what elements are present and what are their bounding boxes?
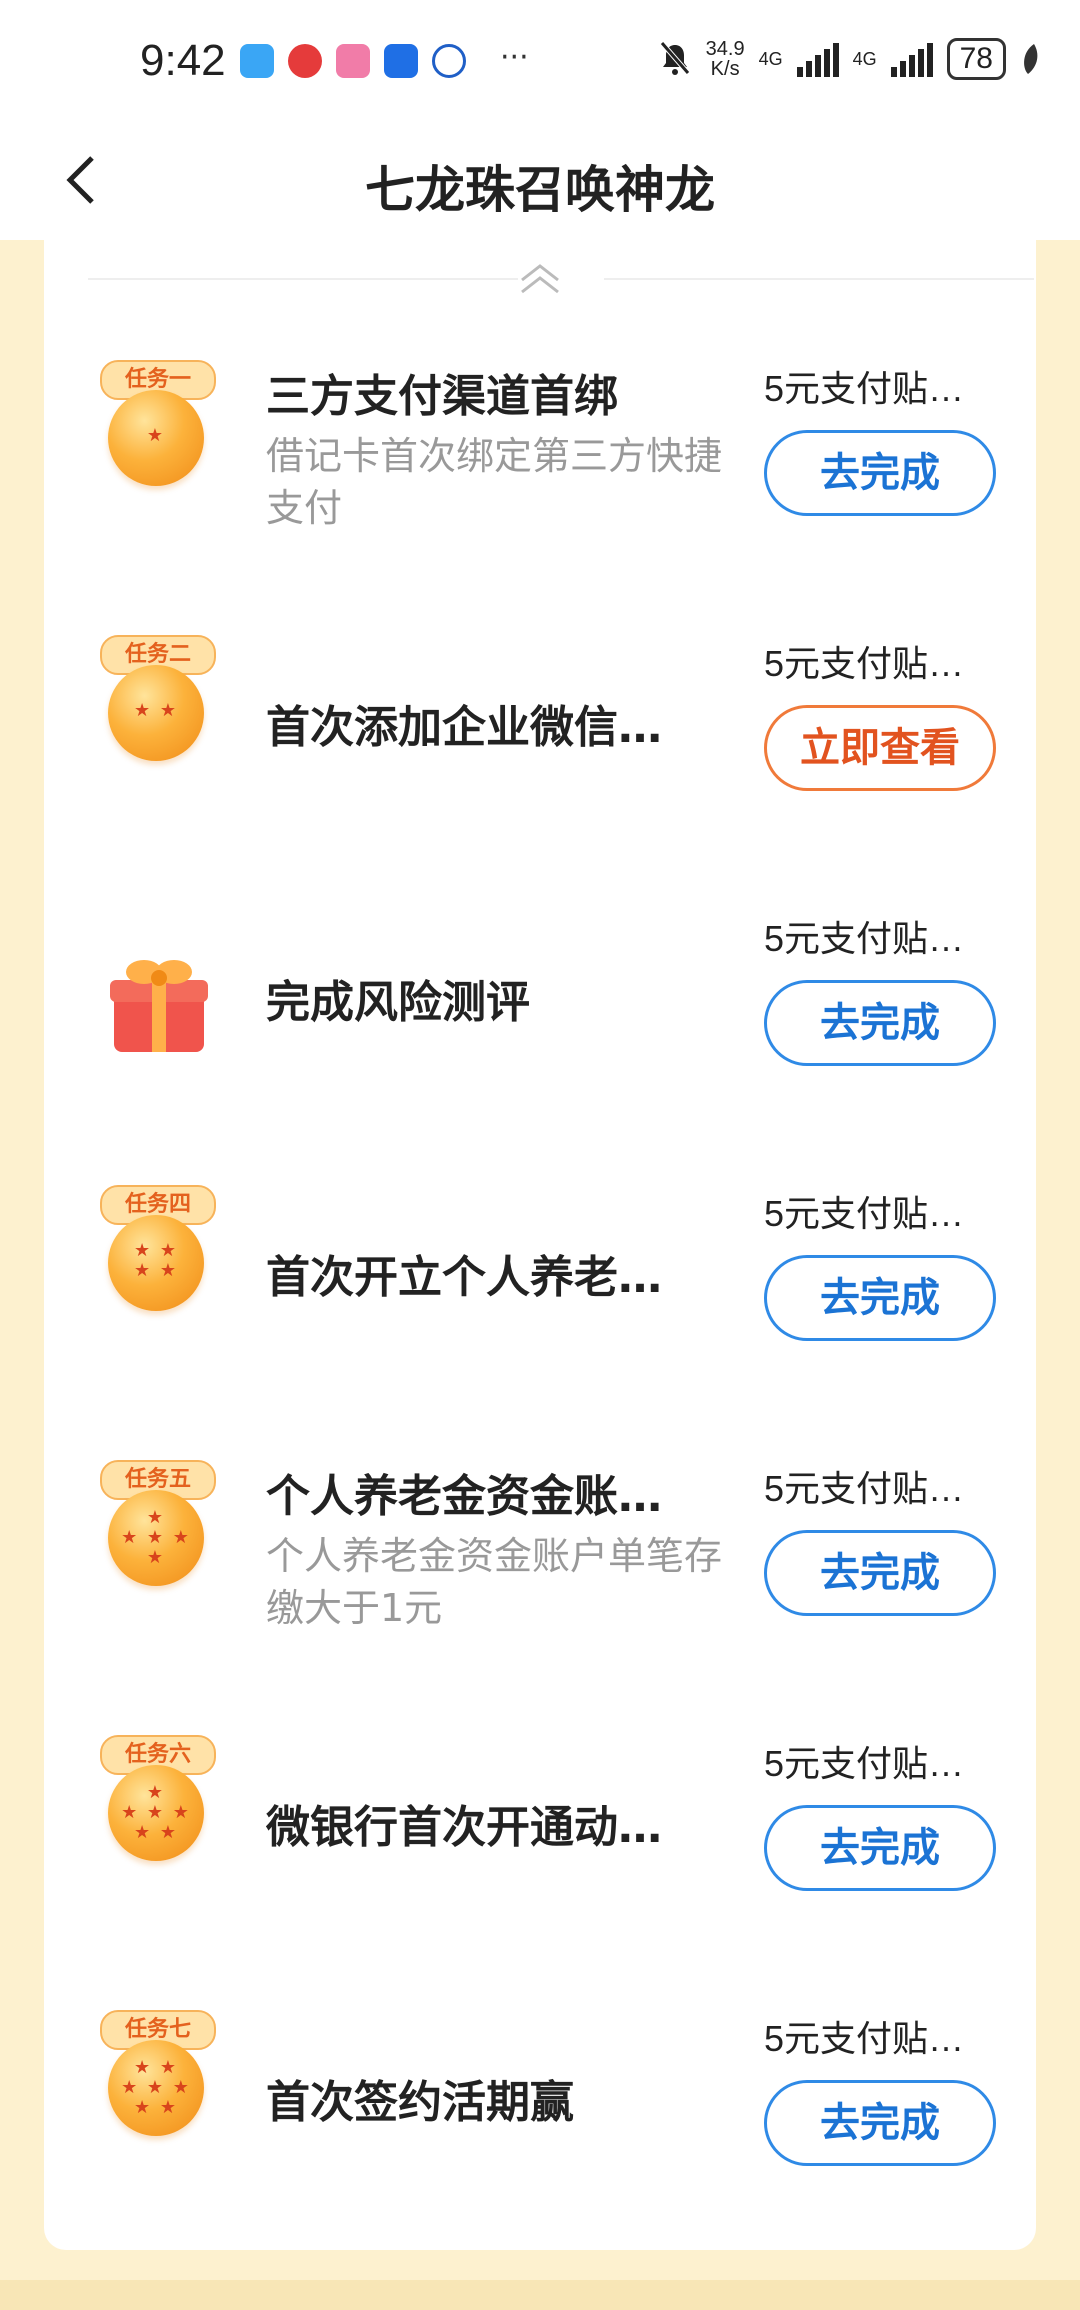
task-reward: 5元支付贴… (764, 368, 965, 409)
task-row-7: 任务七 ★ ★ ★ ★ ★ ★ ★ 首次签约活期赢 5元支付贴… 去完成 (44, 1970, 1036, 2210)
more-notifications-icon: ··· (500, 40, 529, 75)
divider (88, 278, 518, 280)
task-reward: 5元支付贴… (764, 1193, 965, 1234)
task-desc: 借记卡首次绑定第三方快捷支付 (266, 434, 723, 530)
divider (604, 278, 1034, 280)
ball-stars: ★ ★ (134, 700, 178, 721)
mute-bell-icon (659, 41, 690, 75)
battery-indicator: 78 (946, 38, 1006, 80)
notification-icons (240, 44, 466, 78)
signal-label-2: 4G (852, 48, 877, 69)
nav-bar: 七龙珠召唤神龙 (0, 120, 1080, 240)
bulb-icon (384, 44, 418, 78)
net-speed: 34.9 K/s (706, 39, 745, 79)
ball-stars: ★ ★ ★ ★ (134, 1240, 178, 1281)
go-complete-button[interactable]: 去完成 (764, 430, 996, 516)
task-reward: 5元支付贴… (764, 643, 965, 684)
dragon-ball-icon: 任务六 ★ ★ ★ ★ ★ ★ (94, 1735, 224, 1885)
go-complete-button[interactable]: 去完成 (764, 1530, 996, 1616)
leaf-icon (1024, 44, 1038, 74)
task-row-4: 任务四 ★ ★ ★ ★ 首次开立个人养老… 5元支付贴… 去完成 (44, 1145, 1036, 1385)
go-complete-button[interactable]: 去完成 (764, 1255, 996, 1341)
lens-icon (432, 44, 466, 78)
task-reward: 5元支付贴… (764, 2018, 965, 2059)
gift-box (110, 960, 208, 1052)
signal-bars-2-icon (890, 41, 933, 77)
net-speed-value: 34.9 (705, 38, 745, 60)
page-title: 七龙珠召唤神龙 (365, 161, 715, 219)
ball-stars: ★ ★ ★ ★ ★ (121, 1507, 191, 1568)
go-complete-button[interactable]: 去完成 (764, 2080, 996, 2166)
ball: ★ ★ ★ ★ (108, 1215, 204, 1311)
task-row-3: 完成风险测评 5元支付贴… 去完成 (44, 870, 1036, 1110)
ball-stars: ★ (146, 425, 166, 446)
ball: ★ (108, 390, 204, 486)
ball: ★ ★ (108, 665, 204, 761)
ball: ★ ★ ★ ★ ★ ★ (108, 1765, 204, 1861)
status-right: 34.9 K/s 4G 4G 78 (658, 38, 1040, 80)
task-title: 首次开立个人养老… (266, 1252, 662, 1303)
task-row-2: 任务二 ★ ★ 首次添加企业微信… 5元支付贴… 立即查看 (44, 595, 1036, 835)
net-speed-unit: K/s (710, 58, 740, 80)
task-desc: 个人养老金资金账户单笔存缴大于1元 (266, 1534, 723, 1630)
dragon-ball-icon: 任务五 ★ ★ ★ ★ ★ (94, 1460, 224, 1610)
signal-label-1: 4G (758, 48, 783, 69)
task-title: 三方支付渠道首绑 (266, 371, 618, 422)
ball: ★ ★ ★ ★ ★ (108, 1490, 204, 1586)
task-reward: 5元支付贴… (764, 1468, 965, 1509)
signal-bars-1-icon (796, 41, 839, 77)
task-title: 首次签约活期赢 (266, 2077, 574, 2128)
task-title: 微银行首次开通动… (266, 1802, 662, 1853)
task-title: 完成风险测评 (266, 977, 530, 1028)
ball-stars: ★ ★ ★ ★ ★ ★ (121, 1782, 191, 1843)
view-now-button[interactable]: 立即查看 (764, 705, 996, 791)
clown-icon (336, 44, 370, 78)
task-title: 首次添加企业微信… (266, 702, 662, 753)
task-title: 个人养老金资金账… (266, 1471, 662, 1522)
dragon-ball-icon: 任务七 ★ ★ ★ ★ ★ ★ ★ (94, 2010, 224, 2160)
gift-icon (94, 910, 224, 1060)
zhi-icon (288, 44, 322, 78)
dragon-ball-icon: 任务二 ★ ★ (94, 635, 224, 785)
go-complete-button[interactable]: 去完成 (764, 980, 996, 1066)
task-reward: 5元支付贴… (764, 918, 965, 959)
status-bar: 9:42 ··· 34.9 K/s 4G 4G 78 (0, 0, 1080, 120)
task-card: 任务一 ★ 三方支付渠道首绑 借记卡首次绑定第三方快捷支付 5元支付贴… 去完成… (44, 240, 1036, 2250)
dragon-ball-icon: 任务四 ★ ★ ★ ★ (94, 1185, 224, 1335)
dragon-ball-icon: 任务一 ★ (94, 360, 224, 510)
task-row-6: 任务六 ★ ★ ★ ★ ★ ★ 微银行首次开通动… 5元支付贴… 去完成 (44, 1695, 1036, 1935)
task-row-5: 任务五 ★ ★ ★ ★ ★ 个人养老金资金账… 个人养老金资金账户单笔存缴大于1… (44, 1420, 1036, 1660)
double-chevron-up-icon[interactable] (516, 258, 564, 298)
page-bottom (0, 2280, 1080, 2310)
task-row-1: 任务一 ★ 三方支付渠道首绑 借记卡首次绑定第三方快捷支付 5元支付贴… 去完成 (44, 320, 1036, 560)
go-complete-button[interactable]: 去完成 (764, 1805, 996, 1891)
ball: ★ ★ ★ ★ ★ ★ ★ (108, 2040, 204, 2136)
task-reward: 5元支付贴… (764, 1743, 965, 1784)
message-icon (240, 44, 274, 78)
ball-stars: ★ ★ ★ ★ ★ ★ ★ (121, 2057, 191, 2118)
status-time: 9:42 (140, 36, 226, 85)
